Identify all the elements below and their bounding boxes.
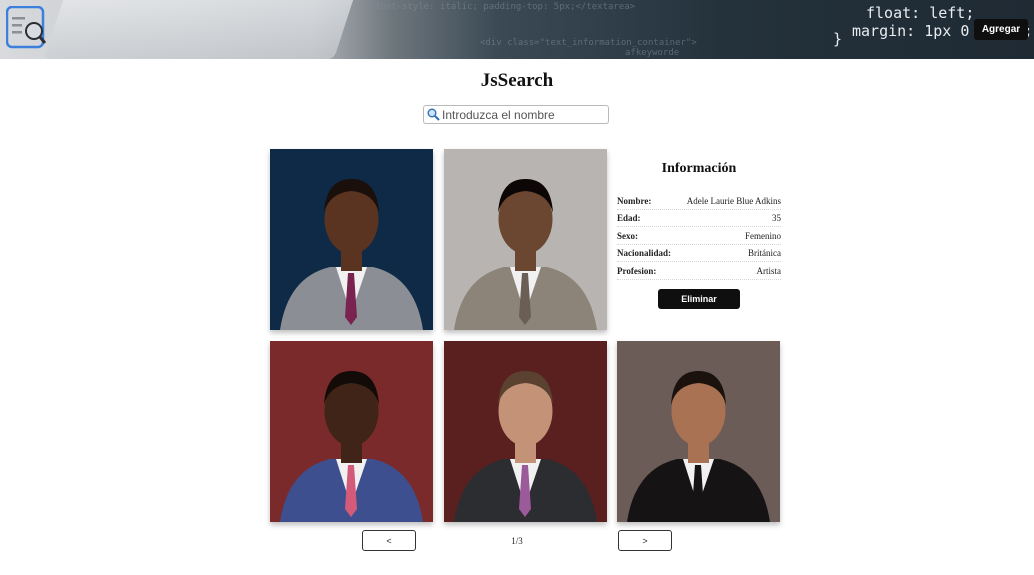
delete-button[interactable]: Eliminar <box>658 289 740 309</box>
banner-faint-code: <div class="text_information_container"> <box>480 38 697 48</box>
info-label: Nombre: <box>617 196 652 206</box>
person-card[interactable] <box>270 341 433 522</box>
prev-page-button[interactable]: < <box>362 530 416 551</box>
person-card[interactable] <box>444 149 607 330</box>
info-value: Británica <box>748 248 781 258</box>
info-label: Edad: <box>617 213 641 223</box>
banner-laptop-graphic <box>43 0 357 59</box>
person-card[interactable] <box>270 149 433 330</box>
info-heading: Información <box>661 161 737 176</box>
info-value: Artista <box>756 266 782 276</box>
app-logo-icon[interactable] <box>5 5 47 50</box>
add-button[interactable]: Agregar <box>974 19 1028 40</box>
info-row-name: Nombre: Adele Laurie Blue Adkins <box>617 193 781 210</box>
person-photo <box>617 341 780 522</box>
search-input[interactable] <box>442 106 606 123</box>
person-card[interactable] <box>617 341 780 522</box>
next-page-button[interactable]: > <box>618 530 672 551</box>
banner-code: } <box>833 30 843 48</box>
info-label: Profesion: <box>617 266 657 276</box>
banner-faint-code: afkeyworde <box>625 48 680 58</box>
info-value: Femenino <box>745 231 781 241</box>
info-row-age: Edad: 35 <box>617 210 781 227</box>
banner-faint-code: font-style: italic; padding-top: 5px;</t… <box>375 2 636 12</box>
person-card[interactable] <box>444 341 607 522</box>
info-panel: Información Nombre: Adele Laurie Blue Ad… <box>617 149 781 330</box>
person-photo <box>270 149 433 330</box>
person-photo <box>444 341 607 522</box>
header-banner: font-style: italic; padding-top: 5px;</t… <box>0 0 1034 59</box>
person-photo <box>444 149 607 330</box>
info-row-profession: Profesion: Artista <box>617 263 781 280</box>
banner-code: float: left; <box>866 4 975 22</box>
info-value: 35 <box>772 213 781 223</box>
page-title: JsSearch <box>480 70 554 91</box>
page-indicator: 1/3 <box>511 536 523 546</box>
search-icon <box>427 108 440 121</box>
person-photo <box>270 341 433 522</box>
info-value: Adele Laurie Blue Adkins <box>686 196 781 206</box>
info-label: Nacionalidad: <box>617 248 672 258</box>
info-label: Sexo: <box>617 231 638 241</box>
search-box[interactable] <box>423 105 609 124</box>
info-row-sex: Sexo: Femenino <box>617 228 781 245</box>
info-row-nationality: Nacionalidad: Británica <box>617 245 781 262</box>
